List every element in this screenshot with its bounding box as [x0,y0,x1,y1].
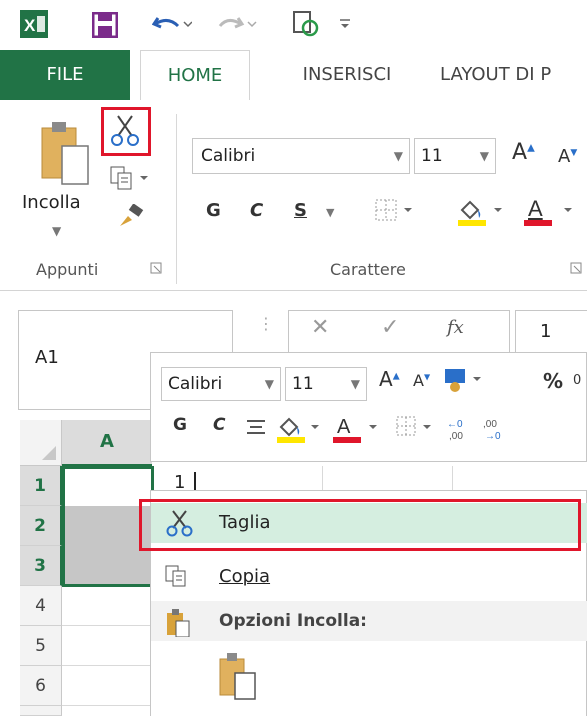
mini-italic-button[interactable]: C [213,415,225,435]
ribbon: Incolla ▼ Appunti Calibri ▼ 11 ▼ A▲ A▼ G… [0,100,587,291]
row-header-3[interactable]: 3 [20,546,62,586]
paste-options-header: Opzioni Incolla: [151,601,587,641]
mini-font-value: Calibri [168,374,223,394]
svg-text:A: A [337,416,351,438]
dialog-launcher-icon[interactable] [570,262,582,274]
accounting-format-icon[interactable] [443,365,489,393]
svg-text:,00: ,00 [483,419,497,430]
font-size-dropdown[interactable]: 11 ▼ [414,138,496,174]
paste-icon [165,609,191,637]
align-center-icon[interactable] [245,417,267,439]
tab-inserisci[interactable]: INSERISCI [282,50,412,100]
font-color-icon[interactable]: A [331,413,387,445]
chevron-down-icon[interactable]: ▼ [326,206,334,219]
svg-text:←0: ←0 [447,419,463,430]
column-header-a[interactable]: A [62,420,152,466]
quick-access-toolbar: X [0,0,587,50]
chevron-down-icon: ▼ [393,149,403,163]
copy-icon[interactable] [110,166,150,192]
empty-cells[interactable] [62,586,152,716]
select-all-corner[interactable] [20,420,62,466]
row-header-2[interactable]: 2 [20,506,62,546]
format-painter-icon[interactable] [118,204,144,228]
shrink-font-icon[interactable]: A▼ [413,371,430,390]
enter-icon[interactable]: ✓ [381,315,399,340]
comma-style-button[interactable]: 0 [573,373,581,388]
paste-label[interactable]: Incolla [22,192,81,213]
underline-button[interactable]: S [294,200,307,221]
svg-text:X: X [24,16,36,35]
paste-dropdown-icon[interactable]: ▼ [52,224,61,238]
taglia-highlight-callout [139,499,581,551]
formula-bar-grip: ⋮ [258,314,274,333]
font-color-icon[interactable]: A [522,196,582,228]
tab-file[interactable]: FILE [0,50,130,100]
font-name-dropdown[interactable]: Calibri ▼ [192,138,410,174]
insert-function-icon[interactable]: fx [447,317,464,338]
borders-icon[interactable] [395,415,435,441]
fill-color-icon[interactable] [275,413,325,445]
increase-decimal-icon[interactable]: ←0,00 [447,415,477,441]
customize-icon[interactable] [338,16,354,32]
row-header-7[interactable] [20,706,62,716]
paste-option-button[interactable] [217,653,259,701]
borders-icon[interactable] [374,198,414,224]
fill-color-icon[interactable] [456,196,506,228]
formula-input[interactable]: 1 [515,310,587,354]
mini-bold-button[interactable]: G [173,415,187,435]
grow-font-icon[interactable]: A▲ [379,367,400,391]
font-name-value: Calibri [201,146,256,166]
mini-toolbar: Calibri ▼ 11 ▼ A▲ A▼ % 0 G C A ←0,00 ,00… [150,352,587,462]
chevron-down-icon: ▼ [479,149,489,163]
chevron-down-icon: ▼ [350,377,360,391]
menu-item-copia[interactable]: Copia [151,557,587,597]
row-header-6[interactable]: 6 [20,666,62,706]
svg-text:A: A [528,196,543,221]
name-box-value: A1 [35,347,59,368]
svg-text:→0: →0 [485,431,501,441]
group-label-carattere: Carattere [330,260,406,279]
bold-button[interactable]: G [206,200,221,221]
tab-home[interactable]: HOME [140,50,250,101]
paste-icon[interactable] [38,122,90,186]
cancel-icon[interactable]: ✕ [311,315,329,340]
font-size-value: 11 [421,146,443,166]
row-header-1[interactable]: 1 [20,466,62,506]
redo-icon[interactable] [218,12,258,38]
group-label-appunti: Appunti [36,260,99,279]
row-header-4[interactable]: 4 [20,586,62,626]
svg-text:,00: ,00 [449,431,463,441]
copy-icon [165,565,189,589]
paste-options-label: Opzioni Incolla: [219,611,367,631]
mini-font-dropdown[interactable]: Calibri ▼ [161,367,281,401]
context-menu: Taglia Copia Opzioni Incolla: [139,490,587,716]
grow-font-icon[interactable]: A▲ [512,140,535,165]
mini-size-value: 11 [292,374,314,394]
formula-buttons: ✕ ✓ fx [288,310,510,354]
row-header-5[interactable]: 5 [20,626,62,666]
percent-button[interactable]: % [543,369,563,393]
undo-icon[interactable] [152,12,192,38]
mini-size-dropdown[interactable]: 11 ▼ [285,367,367,401]
formula-value: 1 [540,321,552,342]
italic-button[interactable]: C [250,200,263,221]
cut-highlight-callout [101,107,151,156]
shrink-font-icon[interactable]: A▼ [558,146,577,167]
dialog-launcher-icon[interactable] [150,262,162,274]
excel-logo-icon: X [20,10,48,38]
decrease-decimal-icon[interactable]: ,00 →0 [483,415,513,441]
chevron-down-icon: ▼ [264,377,274,391]
touch-mode-icon[interactable] [292,10,320,38]
tab-layout[interactable]: LAYOUT DI P [440,50,587,100]
save-icon[interactable] [92,12,118,38]
menu-item-label: Copia [219,566,271,587]
ribbon-separator [176,114,177,284]
